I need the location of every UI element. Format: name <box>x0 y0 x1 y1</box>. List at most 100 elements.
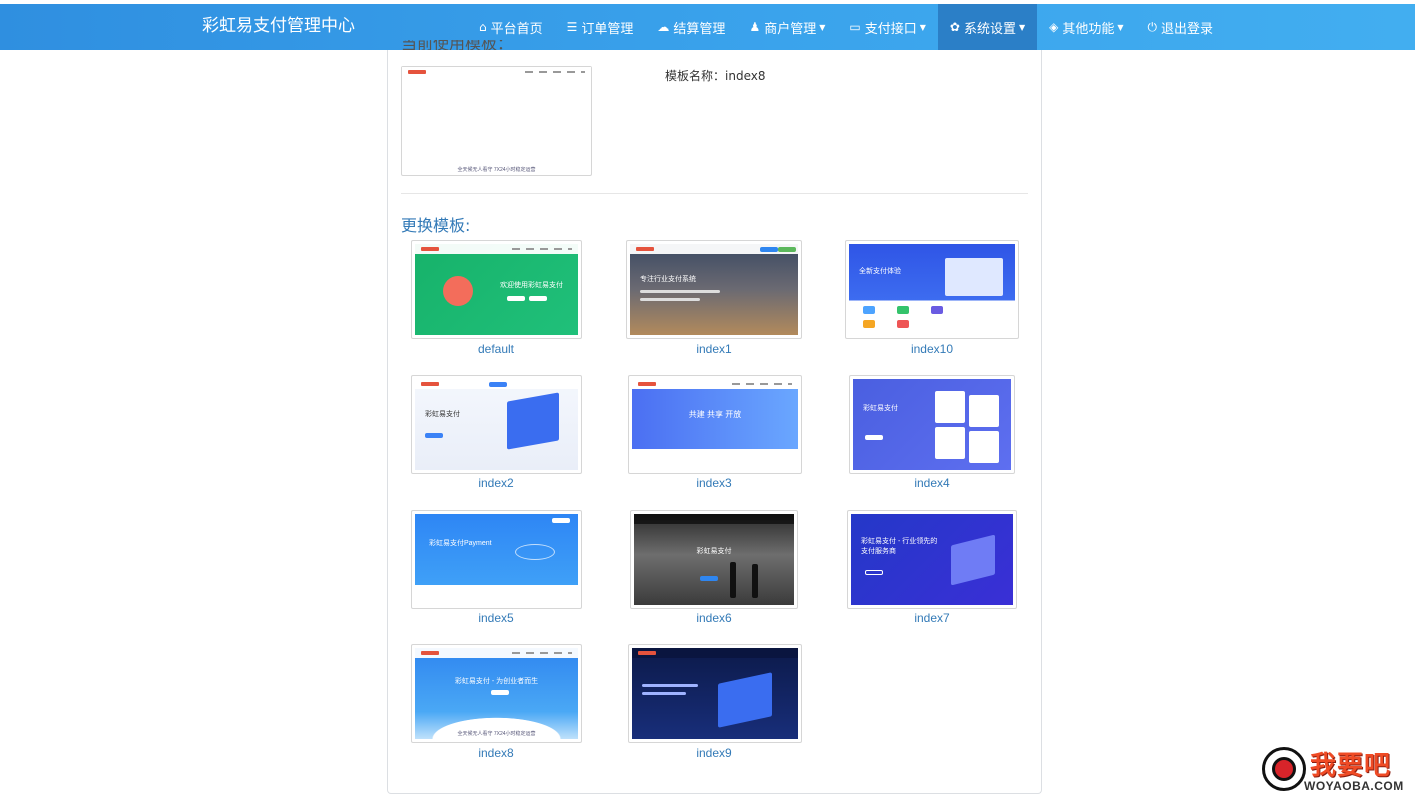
list-icon: ☰ <box>566 20 578 34</box>
preview-feature-card <box>969 395 999 427</box>
nav-merchants[interactable]: ♟ 商户管理 ▼ <box>737 4 837 50</box>
preview-isometric <box>951 534 995 586</box>
template-thumbnail-index4[interactable]: 彩虹易支付 <box>849 375 1015 474</box>
nav-orders[interactable]: ☰ 订单管理 <box>555 4 646 50</box>
preview-figure <box>730 562 736 598</box>
mini-logo <box>421 651 439 655</box>
preview-laptop <box>945 258 1003 296</box>
credit-card-icon: ▭ <box>849 20 861 34</box>
preview-button <box>491 690 509 695</box>
change-template-heading: 更换模板: <box>401 216 471 235</box>
template-thumbnail-index3[interactable]: 共建 共享 开放 <box>628 375 802 474</box>
caret-down-icon: ▼ <box>1117 22 1124 32</box>
template-link-index8[interactable]: index8 <box>411 746 581 760</box>
template-link-index3[interactable]: index3 <box>629 476 799 490</box>
preview-isometric <box>718 672 772 728</box>
watermark-logo-icon <box>1262 747 1306 791</box>
preview-button <box>488 111 506 116</box>
template-name-row: 模板名称：index8 <box>665 67 765 84</box>
preview-figure <box>752 564 758 598</box>
template-link-index7[interactable]: index7 <box>847 611 1017 625</box>
template-link-index9[interactable]: index9 <box>629 746 799 760</box>
template-thumbnail-index1[interactable]: 专注行业支付系统 <box>626 240 802 339</box>
preview-text-line <box>642 684 698 687</box>
template-thumbnail-index8[interactable]: 彩虹易支付 - 为创业者而生 全天候无人看守 7X24小时稳定运营 <box>411 644 582 743</box>
preview-title: 彩虹易支付 - 行业领先的支付服务商 <box>861 538 938 555</box>
template-name-value: index8 <box>725 69 766 83</box>
preview-text-line <box>640 290 720 293</box>
template-thumbnail-index2[interactable]: 彩虹易支付 <box>411 375 582 474</box>
template-thumbnail-index6[interactable]: 彩虹易支付 <box>630 510 798 609</box>
mini-nav-links <box>512 248 572 250</box>
caret-down-icon: ▼ <box>919 22 926 32</box>
preview-button <box>760 247 778 252</box>
preview-title: 彩虹易支付 <box>696 548 732 555</box>
nav-payment-interface[interactable]: ▭ 支付接口 ▼ <box>837 4 938 50</box>
preview-feature-card <box>935 427 965 459</box>
preview-text-line <box>640 298 700 301</box>
template-link-index4[interactable]: index4 <box>847 476 1017 490</box>
site-watermark: 我要吧 WOYAOBA.COM <box>1262 745 1412 797</box>
nav-label: 平台首页 <box>490 21 543 37</box>
nav-label: 退出登录 <box>1161 21 1214 37</box>
mini-logo <box>638 651 656 655</box>
mini-logo <box>408 70 426 74</box>
top-navbar: 彩虹易支付管理中心 ⌂ 平台首页 ☰ 订单管理 ☁ 结算管理 ♟ 商户管理 ▼ … <box>0 4 1415 50</box>
nav-label: 订单管理 <box>581 21 634 37</box>
main-nav: ⌂ 平台首页 ☰ 订单管理 ☁ 结算管理 ♟ 商户管理 ▼ ▭ 支付接口 ▼ ✿… <box>467 4 1225 50</box>
caret-down-icon: ▼ <box>1018 22 1026 32</box>
preview-title: 共建 共享 开放 <box>688 410 742 419</box>
template-preview-image: 彩虹易支付 <box>634 514 794 605</box>
cube-icon: ◈ <box>1049 20 1059 34</box>
nav-other-functions[interactable]: ◈ 其他功能 ▼ <box>1037 4 1135 50</box>
template-link-index6[interactable]: index6 <box>629 611 799 625</box>
template-link-default[interactable]: default <box>411 342 581 356</box>
template-link-index2[interactable]: index2 <box>411 476 581 490</box>
nav-label: 其他功能 <box>1062 21 1115 37</box>
template-preview-image: 全新支付体验 <box>849 244 1015 335</box>
mini-header <box>634 514 794 524</box>
template-preview-image: 彩虹易支付Payment <box>415 514 578 605</box>
template-thumbnail-index10[interactable]: 全新支付体验 <box>845 240 1019 339</box>
gear-icon: ✿ <box>949 20 960 34</box>
preview-button <box>552 518 570 523</box>
template-preview-image: 欢迎使用彩虹易支付 <box>415 244 578 335</box>
template-thumbnail-index5[interactable]: 彩虹易支付Payment <box>411 510 582 609</box>
preview-icon <box>897 306 909 314</box>
nav-logout[interactable]: ⏻ 退出登录 <box>1136 4 1226 50</box>
template-preview-image: 彩虹易支付 <box>853 379 1011 470</box>
template-link-index10[interactable]: index10 <box>847 342 1017 356</box>
mini-logo <box>638 382 656 386</box>
divider <box>401 193 1028 194</box>
nav-label: 系统设置 <box>963 21 1016 37</box>
preview-title: 彩虹易支付 - 为创业者而生 <box>454 678 539 685</box>
template-preview-image: 共建 共享 开放 <box>632 379 798 470</box>
preview-feature-card <box>969 431 999 463</box>
preview-footer: 全天候无人看守 7X24小时稳定运营 <box>457 167 536 173</box>
brand-title[interactable]: 彩虹易支付管理中心 <box>202 4 355 50</box>
template-thumbnail-default[interactable]: 欢迎使用彩虹易支付 <box>411 240 582 339</box>
mini-nav-links <box>732 383 792 385</box>
nav-system-settings[interactable]: ✿ 系统设置 ▼ <box>937 4 1038 50</box>
preview-footer: 全天候无人看守 7X24小时稳定运营 <box>457 731 536 737</box>
template-thumbnail-index7[interactable]: 彩虹易支付 - 行业领先的支付服务商 <box>847 510 1017 609</box>
template-link-index1[interactable]: index1 <box>629 342 799 356</box>
home-icon: ⌂ <box>479 20 487 34</box>
mini-logo <box>421 247 439 251</box>
power-icon: ⏻ <box>1147 19 1158 34</box>
preview-button <box>778 247 796 252</box>
preview-button <box>700 576 718 581</box>
preview-orbit <box>515 544 555 560</box>
template-link-index5[interactable]: index5 <box>411 611 581 625</box>
template-preview-image: 彩虹易支付 <box>415 379 578 470</box>
nav-settlement[interactable]: ☁ 结算管理 <box>645 4 737 50</box>
preview-icon <box>863 306 875 314</box>
mini-header <box>632 648 798 658</box>
preview-text-line <box>642 692 686 695</box>
user-icon: ♟ <box>749 20 761 34</box>
current-template-heading: 当前使用模板： <box>401 40 514 50</box>
preview-title: 彩虹易支付Payment <box>429 540 492 547</box>
preview-title: 专注行业支付系统 <box>640 276 696 283</box>
preview-isometric <box>507 392 559 450</box>
template-thumbnail-index9[interactable] <box>628 644 802 743</box>
